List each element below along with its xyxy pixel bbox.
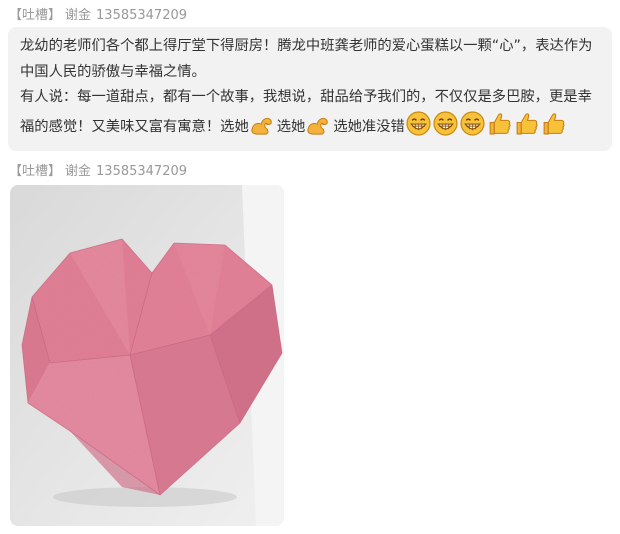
message-bubble: 龙幼的老师们各个都上得厅堂下得厨房！腾龙中班龚老师的爱心蛋糕以一颗“心”，表达作… — [8, 27, 612, 151]
message-paragraph-1: 龙幼的老师们各个都上得厅堂下得厨房！腾龙中班龚老师的爱心蛋糕以一颗“心”，表达作… — [20, 38, 593, 80]
post-tag: 【吐槽】 — [9, 8, 62, 23]
message-text-select-end: 选她准没错 — [333, 118, 405, 135]
grin-icon — [406, 111, 431, 136]
author-phone: 13585347209 — [96, 164, 188, 179]
strong-arm-icon — [250, 114, 276, 136]
author-name[interactable]: 谢金 — [65, 164, 91, 179]
grin-icon — [433, 111, 458, 136]
message-paragraph-2: 有人说：每一道甜点，都有一个故事，我想说，甜品给予我们的，不仅仅是多巴胺，更是幸… — [20, 85, 604, 140]
strong-arm-icon — [306, 114, 332, 136]
thumbs-up-icon — [541, 111, 566, 136]
post-tag: 【吐槽】 — [9, 164, 62, 179]
message-text-select: 选她 — [276, 118, 306, 135]
thumbs-up-icon — [487, 111, 512, 136]
post-header: 【吐槽】 谢金 13585347209 — [9, 4, 187, 23]
thumbs-up-icon — [514, 111, 539, 136]
author-name[interactable]: 谢金 — [65, 8, 91, 23]
pink-heart-cake-photo[interactable] — [10, 185, 284, 526]
grin-icon — [460, 111, 485, 136]
author-phone: 13585347209 — [96, 8, 188, 23]
post-header: 【吐槽】 谢金 13585347209 — [9, 160, 187, 179]
